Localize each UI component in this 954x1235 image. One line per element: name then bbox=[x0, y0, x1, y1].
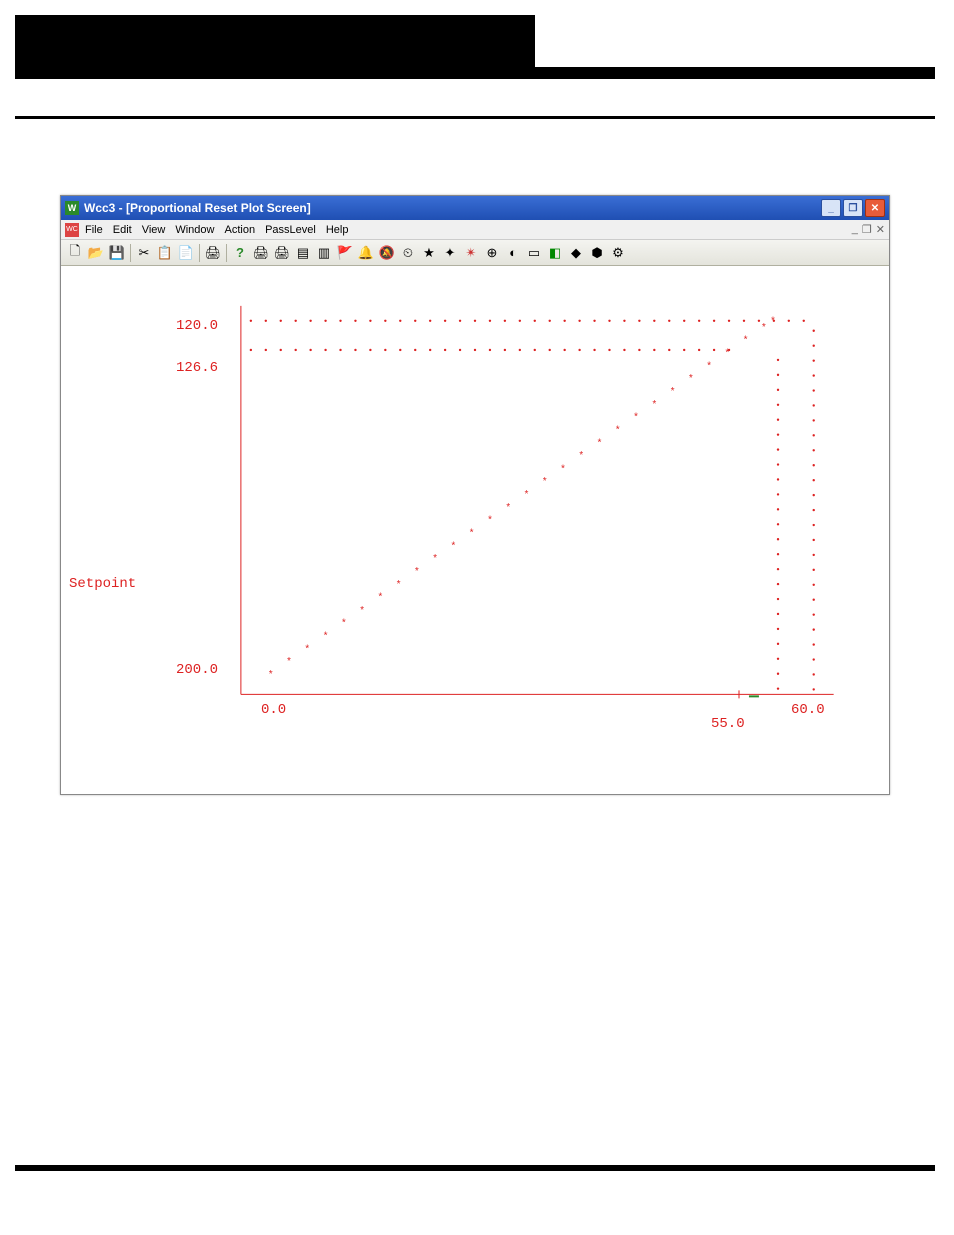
toolbar-icon[interactable]: ▥ bbox=[314, 243, 334, 263]
svg-text:*: * bbox=[597, 438, 603, 449]
target-icon[interactable]: ⊕ bbox=[482, 243, 502, 263]
app-icon: W bbox=[65, 201, 79, 215]
cut-icon[interactable]: ✂ bbox=[134, 243, 154, 263]
mdi-minimize-button[interactable]: _ bbox=[852, 223, 858, 236]
svg-text:*: * bbox=[396, 579, 402, 590]
mdi-restore-button[interactable]: ❐ bbox=[862, 223, 872, 236]
svg-text:*: * bbox=[359, 605, 365, 616]
gear-icon[interactable]: ⚙ bbox=[608, 243, 628, 263]
svg-text:*: * bbox=[670, 387, 676, 398]
svg-text:*: * bbox=[633, 412, 639, 423]
page-header-rule bbox=[15, 67, 935, 79]
menu-view[interactable]: View bbox=[142, 224, 166, 236]
menu-bar: WC File Edit View Window Action PassLeve… bbox=[61, 220, 889, 240]
mdi-icon[interactable]: WC bbox=[65, 223, 79, 237]
app-window: W Wcc3 - [Proportional Reset Plot Screen… bbox=[60, 195, 890, 795]
toolbar-icon[interactable]: 🖨 bbox=[272, 243, 292, 263]
minimize-button[interactable]: _ bbox=[821, 199, 841, 217]
plot-svg: ***************************** bbox=[61, 266, 889, 794]
toolbar-icon[interactable]: 🖨 bbox=[251, 243, 271, 263]
svg-text:*: * bbox=[770, 316, 776, 327]
paste-icon[interactable]: 📄 bbox=[176, 243, 196, 263]
svg-text:*: * bbox=[377, 592, 383, 603]
separator bbox=[226, 244, 227, 262]
svg-text:*: * bbox=[304, 644, 310, 655]
svg-text:*: * bbox=[578, 451, 584, 462]
copy-icon[interactable]: 📋 bbox=[155, 243, 175, 263]
close-button[interactable]: ✕ bbox=[865, 199, 885, 217]
new-icon[interactable]: 🗋 bbox=[65, 243, 85, 263]
rect-icon[interactable]: ▭ bbox=[524, 243, 544, 263]
svg-text:*: * bbox=[761, 322, 767, 333]
svg-text:*: * bbox=[414, 566, 420, 577]
svg-text:*: * bbox=[523, 490, 529, 501]
footer-rule bbox=[15, 1165, 935, 1171]
svg-text:*: * bbox=[706, 361, 712, 372]
svg-text:*: * bbox=[268, 669, 274, 680]
svg-text:*: * bbox=[323, 631, 329, 642]
timer-icon[interactable]: ⏲ bbox=[398, 243, 418, 263]
print-icon[interactable]: 🖨 bbox=[203, 243, 223, 263]
toolbar: 🗋 📂 💾 ✂ 📋 📄 🖨 ? 🖨 🖨 ▤ ▥ 🚩 🔔 🔕 ⏲ ★ ✦ ✴ ⊕ … bbox=[61, 240, 889, 266]
svg-text:*: * bbox=[487, 515, 493, 526]
save-icon[interactable]: 💾 bbox=[107, 243, 127, 263]
svg-text:*: * bbox=[688, 374, 694, 385]
menu-file[interactable]: File bbox=[85, 224, 103, 236]
window-title: Wcc3 - [Proportional Reset Plot Screen] bbox=[84, 201, 821, 215]
page-divider bbox=[15, 116, 935, 119]
svg-text:*: * bbox=[560, 464, 566, 475]
svg-text:*: * bbox=[450, 541, 456, 552]
page-header-block bbox=[15, 15, 535, 67]
svg-text:*: * bbox=[341, 618, 347, 629]
green-icon[interactable]: ◧ bbox=[545, 243, 565, 263]
star-icon[interactable]: ★ bbox=[419, 243, 439, 263]
bell-icon[interactable]: 🔔 bbox=[356, 243, 376, 263]
plot-area: 120.0 126.6 200.0 Setpoint 0.0 55.0 60.0… bbox=[61, 266, 889, 794]
menu-help[interactable]: Help bbox=[326, 224, 349, 236]
svg-text:*: * bbox=[724, 348, 730, 359]
hex-icon[interactable]: ⬢ bbox=[587, 243, 607, 263]
diamond-icon[interactable]: ◆ bbox=[566, 243, 586, 263]
svg-text:*: * bbox=[469, 528, 475, 539]
toolbar-icon[interactable]: ▤ bbox=[293, 243, 313, 263]
maximize-button[interactable]: ❐ bbox=[843, 199, 863, 217]
menu-edit[interactable]: Edit bbox=[113, 224, 132, 236]
svg-text:*: * bbox=[651, 399, 657, 410]
menu-action[interactable]: Action bbox=[224, 224, 255, 236]
burst-icon[interactable]: ✴ bbox=[461, 243, 481, 263]
svg-text:*: * bbox=[432, 554, 438, 565]
bell-off-icon[interactable]: 🔕 bbox=[377, 243, 397, 263]
menu-passlevel[interactable]: PassLevel bbox=[265, 224, 316, 236]
open-icon[interactable]: 📂 bbox=[86, 243, 106, 263]
help-icon[interactable]: ? bbox=[230, 243, 250, 263]
flag-icon[interactable]: 🚩 bbox=[335, 243, 355, 263]
mdi-close-button[interactable]: ✕ bbox=[876, 223, 885, 236]
svg-text:*: * bbox=[615, 425, 621, 436]
menu-window[interactable]: Window bbox=[175, 224, 214, 236]
separator bbox=[130, 244, 131, 262]
svg-text:*: * bbox=[743, 335, 749, 346]
star2-icon[interactable]: ✦ bbox=[440, 243, 460, 263]
svg-text:*: * bbox=[505, 502, 511, 513]
separator bbox=[199, 244, 200, 262]
title-bar: W Wcc3 - [Proportional Reset Plot Screen… bbox=[61, 196, 889, 220]
svg-text:*: * bbox=[542, 477, 548, 488]
svg-text:*: * bbox=[286, 657, 292, 668]
contrast-icon[interactable]: ◐ bbox=[503, 243, 523, 263]
